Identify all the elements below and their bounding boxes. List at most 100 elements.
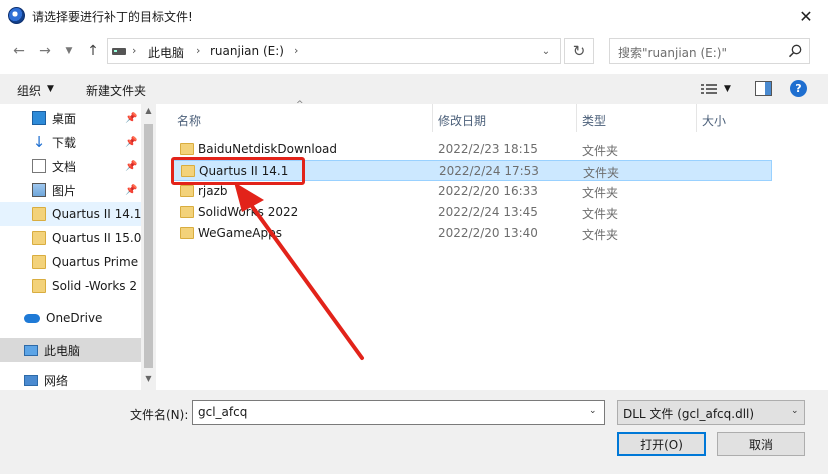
organize-button[interactable]: 组织 xyxy=(17,82,41,99)
folder-icon xyxy=(180,227,194,239)
file-date: 2022/2/20 16:33 xyxy=(438,184,538,198)
document-icon xyxy=(32,159,46,173)
column-divider[interactable] xyxy=(432,104,433,132)
nav-item-label: Quartus Prime xyxy=(52,255,139,269)
nav-item-downloads[interactable]: ↓ 下载 📌 xyxy=(0,130,141,154)
new-folder-button[interactable]: 新建文件夹 xyxy=(86,82,146,99)
file-date: 2022/2/24 13:45 xyxy=(438,205,538,219)
arrow-right-icon: → xyxy=(39,43,51,59)
refresh-icon: ↻ xyxy=(572,42,586,60)
column-header-name[interactable]: 名称 xyxy=(177,112,201,129)
nav-item-label: 网络 xyxy=(44,373,69,388)
filetype-select[interactable]: DLL 文件 (gcl_afcq.dll) xyxy=(617,400,805,425)
column-header-date[interactable]: 修改日期 xyxy=(438,112,486,129)
nav-item-desktop[interactable]: 桌面 📌 xyxy=(0,106,141,130)
address-bar[interactable]: › 此电脑 › ruanjian (E:) › ⌄ xyxy=(107,38,561,64)
file-type: 文件夹 xyxy=(582,228,619,242)
folder-icon xyxy=(180,185,194,197)
folder-icon xyxy=(32,231,46,245)
forward-button[interactable]: → xyxy=(32,39,58,63)
nav-item-network[interactable]: 网络 xyxy=(0,370,141,390)
recent-locations-button[interactable]: ▼ xyxy=(60,39,78,63)
column-divider[interactable] xyxy=(576,104,577,132)
filename-input[interactable]: gcl_afcq xyxy=(192,400,605,425)
chevron-down-icon[interactable]: ⌄ xyxy=(589,406,597,416)
nav-item-label: Quartus II 14.1 xyxy=(52,207,142,221)
search-placeholder: 搜索"ruanjian (E:)" xyxy=(618,46,727,60)
nav-item-quartus-prime[interactable]: Quartus Prime xyxy=(0,250,141,274)
refresh-button[interactable]: ↻ xyxy=(564,38,594,64)
caret-down-icon[interactable]: ▼ xyxy=(724,84,731,94)
breadcrumb-this-pc[interactable]: 此电脑 xyxy=(148,44,184,61)
folder-icon xyxy=(180,143,194,155)
close-icon: ✕ xyxy=(799,6,813,26)
window-title: 请选择要进行补丁的目标文件! xyxy=(32,10,193,24)
pin-icon: 📌 xyxy=(125,160,138,172)
open-button[interactable]: 打开(O) xyxy=(617,432,706,456)
caret-down-icon: ▼ xyxy=(47,84,54,94)
desktop-icon xyxy=(32,111,46,125)
nav-item-quartus-14[interactable]: Quartus II 14.1 xyxy=(0,202,141,226)
breadcrumb-separator-icon: › xyxy=(196,44,201,57)
pin-icon: 📌 xyxy=(125,184,138,196)
preview-pane-icon[interactable] xyxy=(755,81,772,96)
column-header-type[interactable]: 类型 xyxy=(582,112,606,129)
nav-item-quartus-15[interactable]: Quartus II 15.0 xyxy=(0,226,141,250)
chevron-down-icon: ▼ xyxy=(65,46,73,56)
nav-item-label: 图片 xyxy=(52,183,77,198)
folder-icon xyxy=(32,207,46,221)
folder-icon xyxy=(32,279,46,293)
file-name: BaiduNetdiskDownload xyxy=(198,142,338,156)
picture-icon xyxy=(32,183,46,197)
computer-icon xyxy=(24,344,38,356)
nav-item-documents[interactable]: 文档 📌 xyxy=(0,154,141,178)
breadcrumb-drive[interactable]: ruanjian (E:) xyxy=(210,44,284,58)
file-date: 2022/2/23 18:15 xyxy=(438,142,538,156)
filename-label: 文件名(N): xyxy=(130,408,189,422)
help-button[interactable]: ? xyxy=(790,80,807,97)
search-icon xyxy=(788,44,802,58)
nav-item-label: 下载 xyxy=(52,135,77,150)
app-icon xyxy=(8,7,25,24)
address-history-button[interactable]: ⌄ xyxy=(536,43,556,59)
nav-item-onedrive[interactable]: OneDrive xyxy=(0,306,141,330)
folder-icon xyxy=(180,206,194,218)
scroll-up-icon[interactable]: ▲ xyxy=(142,106,155,115)
breadcrumb-separator-icon: › xyxy=(294,44,299,57)
scroll-down-icon[interactable]: ▼ xyxy=(142,374,155,383)
column-divider[interactable] xyxy=(696,104,697,132)
nav-item-label: 文档 xyxy=(52,159,77,174)
cancel-button[interactable]: 取消 xyxy=(717,432,805,456)
chevron-down-icon[interactable]: ⌄ xyxy=(791,406,799,416)
filename-value: gcl_afcq xyxy=(198,405,248,419)
arrow-up-icon: ↑ xyxy=(87,43,99,59)
arrow-left-icon: ← xyxy=(13,43,25,59)
up-button[interactable]: ↑ xyxy=(80,39,106,63)
folder-icon xyxy=(32,255,46,269)
annotation-arrow-icon xyxy=(234,182,364,360)
nav-item-this-pc[interactable]: 此电脑 xyxy=(0,338,141,362)
chevron-down-icon: ⌄ xyxy=(541,45,551,57)
file-date: 2022/2/20 13:40 xyxy=(438,226,538,240)
file-date: 2022/2/24 17:53 xyxy=(439,164,539,178)
view-options-icon[interactable] xyxy=(699,81,719,97)
nav-item-pictures[interactable]: 图片 📌 xyxy=(0,178,141,202)
nav-scrollbar-thumb[interactable] xyxy=(144,124,153,368)
file-type: 文件夹 xyxy=(582,207,619,221)
search-input[interactable]: 搜索"ruanjian (E:)" xyxy=(609,38,810,64)
computer-small-icon xyxy=(112,48,126,55)
download-icon: ↓ xyxy=(32,133,46,151)
back-button[interactable]: ← xyxy=(6,39,32,63)
file-type: 文件夹 xyxy=(582,186,619,200)
nav-item-label: 桌面 xyxy=(52,111,77,126)
cloud-icon xyxy=(24,313,40,323)
filetype-value: DLL 文件 (gcl_afcq.dll) xyxy=(623,407,755,421)
breadcrumb-separator-icon: › xyxy=(132,44,137,57)
file-type: 文件夹 xyxy=(583,166,620,180)
close-button[interactable]: ✕ xyxy=(784,0,828,32)
nav-item-label: Solid -Works 2 xyxy=(52,279,137,293)
nav-item-label: Quartus II 15.0 xyxy=(52,231,142,245)
nav-item-solidworks[interactable]: Solid -Works 2 xyxy=(0,274,141,298)
column-header-size[interactable]: 大小 xyxy=(702,112,726,129)
file-type: 文件夹 xyxy=(582,144,619,158)
